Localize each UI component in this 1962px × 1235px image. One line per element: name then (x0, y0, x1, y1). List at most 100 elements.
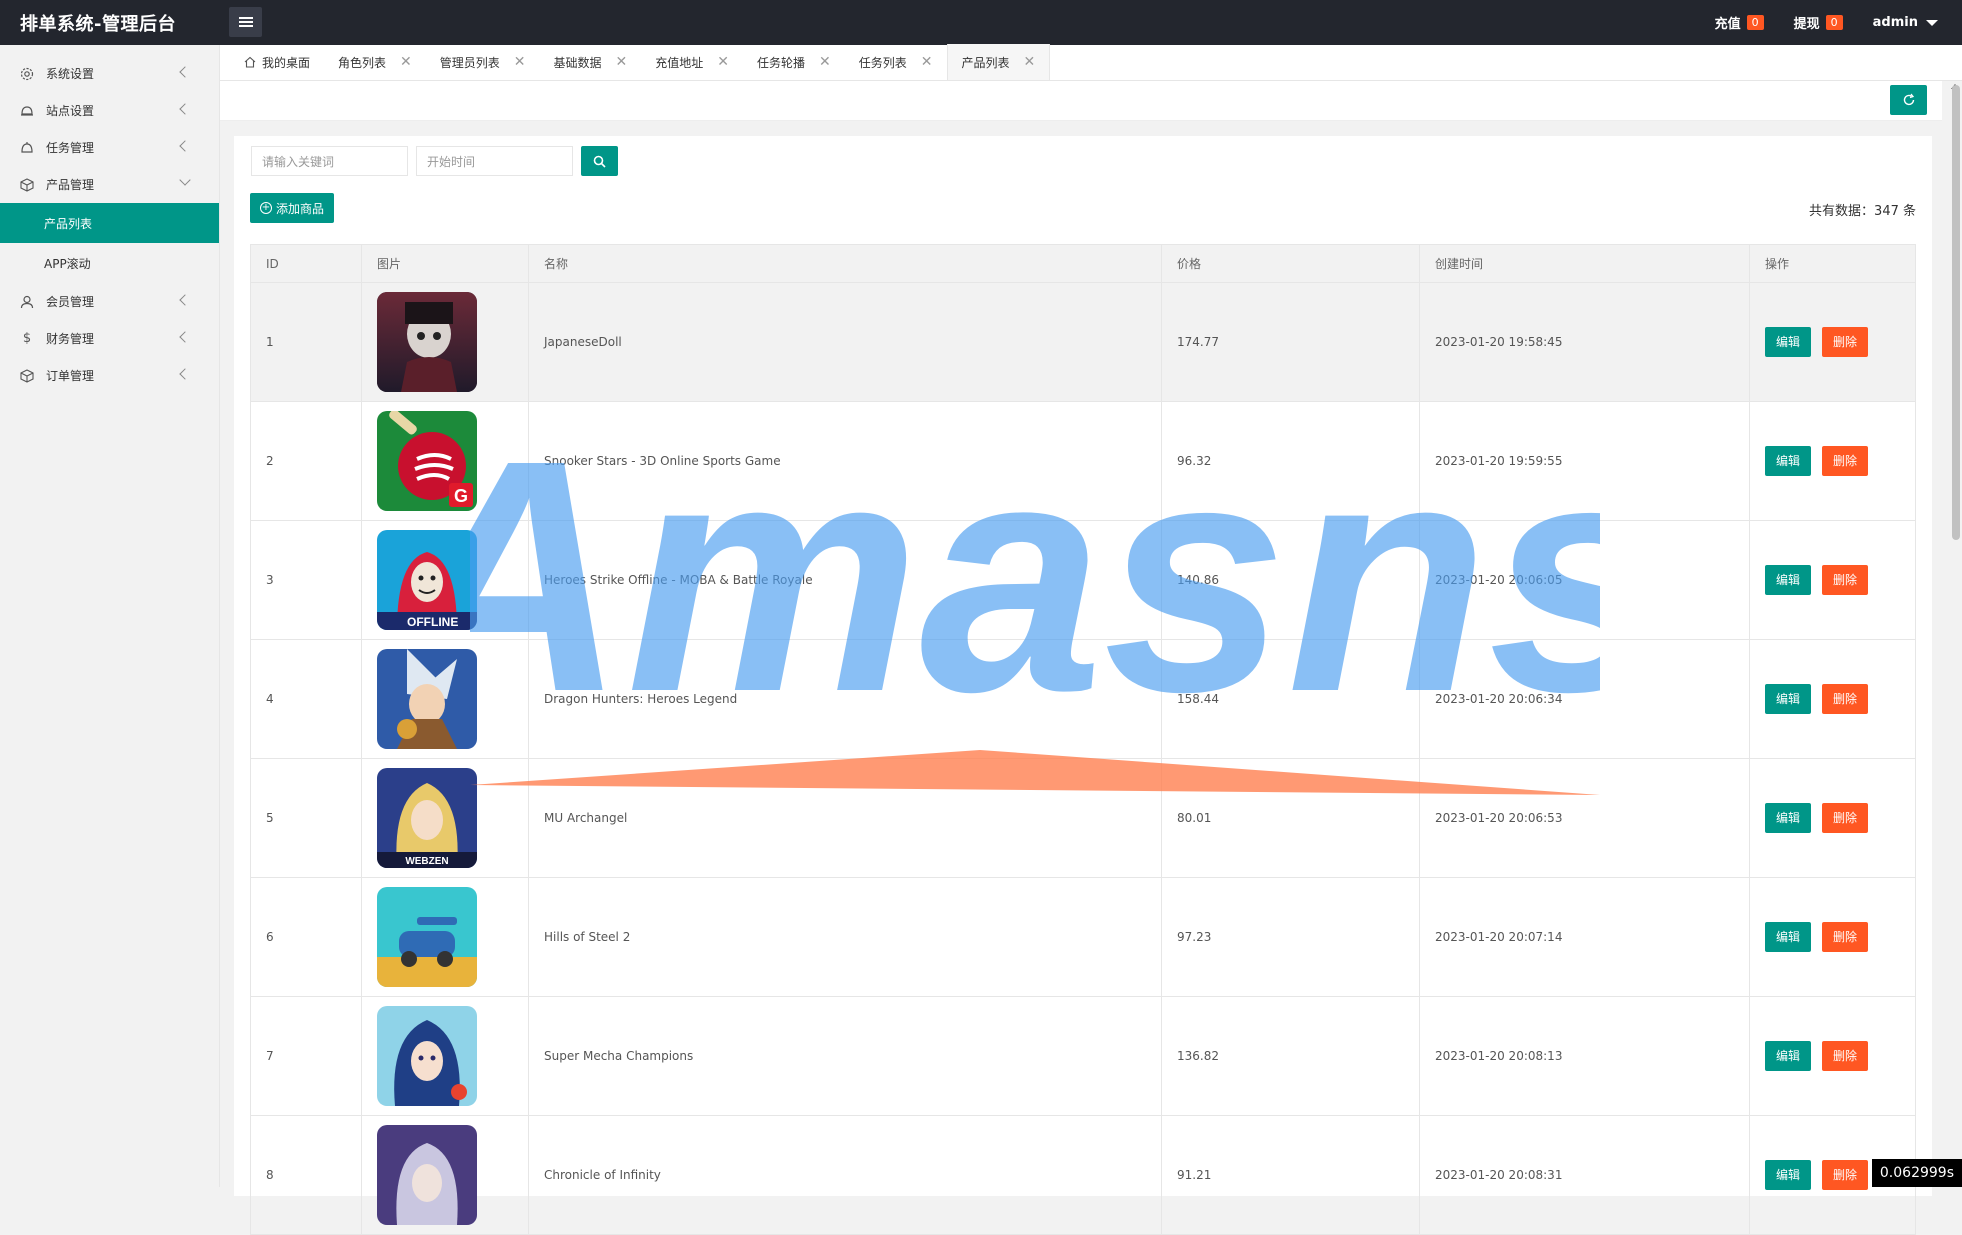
delete-button[interactable]: 删除 (1822, 922, 1868, 952)
sidebar-item-system-settings[interactable]: 系统设置 (0, 55, 219, 92)
start-date-input[interactable]: 开始时间 (416, 146, 573, 176)
edit-button[interactable]: 编辑 (1765, 1041, 1811, 1071)
keyword-input[interactable]: 请输入关键词 (251, 146, 408, 176)
cell-name: Hills of Steel 2 (529, 878, 1162, 997)
tab-label: 管理员列表 (440, 54, 500, 71)
sidebar-item-finance-management[interactable]: $ 财务管理 (0, 320, 219, 357)
table-row: 1 JapaneseDoll 174.77 2023-01-20 19:58:4… (251, 283, 1916, 402)
top-bar: 排单系统-管理后台 充值 0 提现 0 admin (0, 0, 1962, 45)
sidebar-item-site-settings[interactable]: 站点设置 (0, 92, 219, 129)
close-icon[interactable]: ✕ (514, 54, 526, 70)
sidebar-item-product-management[interactable]: 产品管理 (0, 166, 219, 203)
sidebar: 系统设置 站点设置 任务管理 产品管理 产品列表 APP滚动 会员管理 $ (0, 45, 220, 1187)
order-icon (20, 369, 34, 383)
cell-price: 91.21 (1162, 1116, 1420, 1235)
table-row: 5 WEBZEN MU Archangel 80.01 2023-01-20 2… (251, 759, 1916, 878)
chevron-down-icon (179, 174, 190, 185)
recharge-link[interactable]: 充值 0 (1715, 13, 1764, 32)
tab-admin-list[interactable]: 管理员列表 ✕ (426, 44, 540, 80)
sidebar-subitem-label: 产品列表 (44, 215, 92, 232)
tab-task-carousel[interactable]: 任务轮播 ✕ (743, 44, 845, 80)
tab-my-desktop[interactable]: 我的桌面 (230, 44, 324, 80)
product-image (377, 649, 477, 749)
close-icon[interactable]: ✕ (616, 54, 628, 70)
edit-button[interactable]: 编辑 (1765, 922, 1811, 952)
add-product-button[interactable]: + 添加商品 (250, 193, 334, 223)
sidebar-item-label: 站点设置 (46, 102, 94, 119)
column-header: 创建时间 (1420, 245, 1750, 283)
sidebar-item-member-management[interactable]: 会员管理 (0, 283, 219, 320)
cell-price: 174.77 (1162, 283, 1420, 402)
cell-created: 2023-01-20 20:07:14 (1420, 878, 1750, 997)
tab-recharge-address[interactable]: 充值地址 ✕ (641, 44, 743, 80)
cell-id: 7 (251, 997, 362, 1116)
product-image: WEBZEN (377, 768, 477, 868)
product-table: ID 图片 名称 价格 创建时间 操作 1 JapaneseDoll 174.7… (250, 244, 1916, 1235)
cell-created: 2023-01-20 19:58:45 (1420, 283, 1750, 402)
close-icon[interactable]: ✕ (717, 54, 729, 70)
column-header: 名称 (529, 245, 1162, 283)
chevron-left-icon (179, 66, 190, 77)
hamburger-icon (239, 17, 253, 27)
cell-id: 6 (251, 878, 362, 997)
app-title: 排单系统-管理后台 (20, 10, 176, 36)
column-header: ID (251, 245, 362, 283)
delete-button[interactable]: 删除 (1822, 803, 1868, 833)
tab-product-list[interactable]: 产品列表 ✕ (947, 44, 1051, 80)
cell-name: Heroes Strike Offline - MOBA & Battle Ro… (529, 521, 1162, 640)
table-row: 4 Dragon Hunters: Heroes Legend 158.44 2… (251, 640, 1916, 759)
tab-bar: 我的桌面 角色列表 ✕ 管理员列表 ✕ 基础数据 ✕ 充值地址 ✕ 任务轮播 ✕… (220, 45, 1962, 81)
table-row: 2 G Snooker Stars - 3D Online Sports Gam… (251, 402, 1916, 521)
box-icon (20, 178, 34, 192)
home-icon (244, 56, 256, 68)
delete-button[interactable]: 删除 (1822, 684, 1868, 714)
edit-button[interactable]: 编辑 (1765, 446, 1811, 476)
tab-task-list[interactable]: 任务列表 ✕ (845, 44, 947, 80)
vertical-scrollbar[interactable] (1952, 85, 1960, 540)
tab-label: 充值地址 (655, 54, 703, 71)
sidebar-item-label: 系统设置 (46, 65, 94, 82)
refresh-button[interactable] (1890, 85, 1927, 115)
close-icon[interactable]: ✕ (400, 54, 412, 70)
product-image (377, 1125, 477, 1225)
tab-role-list[interactable]: 角色列表 ✕ (324, 44, 426, 80)
edit-button[interactable]: 编辑 (1765, 803, 1811, 833)
delete-button[interactable]: 删除 (1822, 327, 1868, 357)
sidebar-item-label: 会员管理 (46, 293, 94, 310)
close-icon[interactable]: ✕ (921, 54, 933, 70)
sidebar-subitem-app-scroll[interactable]: APP滚动 (0, 243, 219, 283)
cell-price: 80.01 (1162, 759, 1420, 878)
edit-button[interactable]: 编辑 (1765, 1160, 1811, 1190)
withdraw-link[interactable]: 提现 0 (1794, 13, 1843, 32)
sidebar-subitem-product-list[interactable]: 产品列表 (0, 203, 219, 243)
edit-button[interactable]: 编辑 (1765, 684, 1811, 714)
product-image (377, 1006, 477, 1106)
svg-text:G: G (454, 486, 468, 506)
close-icon[interactable]: ✕ (1024, 54, 1036, 70)
product-image: G (377, 411, 477, 511)
plus-circle-icon: + (260, 202, 272, 214)
sidebar-item-order-management[interactable]: 订单管理 (0, 357, 219, 394)
search-icon (593, 155, 606, 168)
cell-id: 4 (251, 640, 362, 759)
main-content: 请输入关键词 开始时间 + 添加商品 共有数据：347 条 ID 图片 名称 价… (220, 81, 1942, 1187)
user-menu[interactable]: admin (1873, 15, 1938, 30)
edit-button[interactable]: 编辑 (1765, 327, 1811, 357)
dollar-icon: $ (20, 332, 34, 346)
cell-created: 2023-01-20 20:08:31 (1420, 1116, 1750, 1235)
sidebar-item-task-management[interactable]: 任务管理 (0, 129, 219, 166)
product-panel: 请输入关键词 开始时间 + 添加商品 共有数据：347 条 ID 图片 名称 价… (234, 136, 1932, 1196)
search-button[interactable] (581, 146, 618, 176)
cell-created: 2023-01-20 20:06:34 (1420, 640, 1750, 759)
edit-button[interactable]: 编辑 (1765, 565, 1811, 595)
tab-label: 基础数据 (554, 54, 602, 71)
delete-button[interactable]: 删除 (1822, 1160, 1868, 1190)
tab-basic-data[interactable]: 基础数据 ✕ (540, 44, 642, 80)
tab-label: 任务列表 (859, 54, 907, 71)
delete-button[interactable]: 删除 (1822, 446, 1868, 476)
menu-toggle-button[interactable] (229, 7, 262, 37)
delete-button[interactable]: 删除 (1822, 1041, 1868, 1071)
delete-button[interactable]: 删除 (1822, 565, 1868, 595)
cell-created: 2023-01-20 20:06:05 (1420, 521, 1750, 640)
close-icon[interactable]: ✕ (819, 54, 831, 70)
